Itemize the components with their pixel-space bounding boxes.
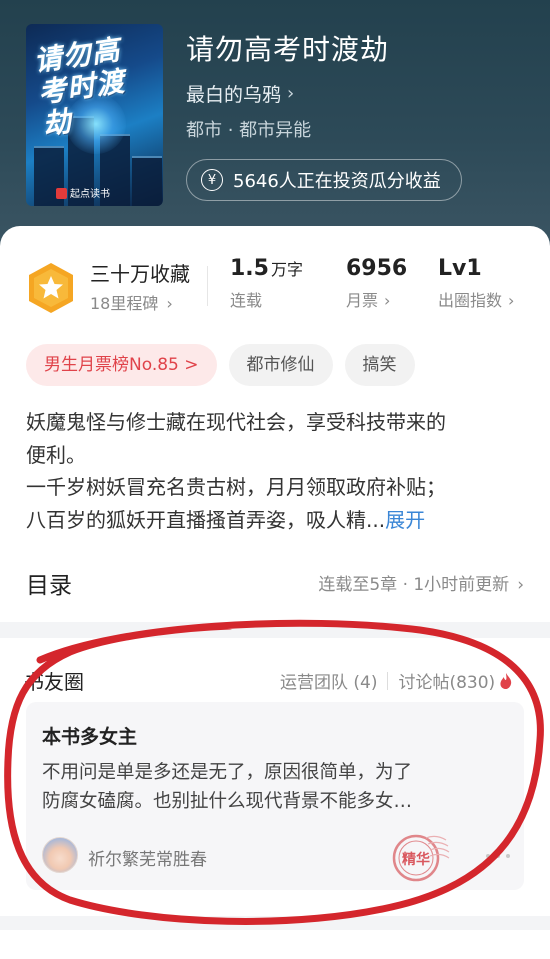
chevron-right-icon: › [508, 291, 515, 310]
tag-list: 男生月票榜No.85 > 都市修仙 搞笑 [26, 344, 415, 386]
breakout-index-stat[interactable]: Lv1 出圈指数 › [438, 256, 514, 311]
serial-status: 连载 [230, 291, 263, 310]
post-line: 防腐女磕腐。也别扯什么现代背景不能多女… [42, 791, 413, 812]
book-info-card: 三十万收藏 18里程碑 › 1.5 万字 连载 6956 月票 › Lv1 出圈指数 ›… [0, 226, 550, 622]
discussion-posts-link[interactable]: 讨论帖(830) [398, 668, 495, 693]
word-count-unit: 万字 [270, 260, 303, 279]
essence-stamp-icon: 精华 [392, 834, 450, 882]
description-line: 便利。 [26, 442, 86, 467]
book-description: 妖魔鬼怪与修士藏在现代社会，享受科技带来的 便利。 一千岁树妖冒充名贵古树，月月… [26, 406, 526, 536]
chevron-right-icon: › [287, 83, 295, 104]
monthly-votes-stat[interactable]: 6956 月票 › [346, 256, 407, 311]
breakout-index-value: Lv1 [438, 256, 482, 281]
post-body: 不用问是单是多还是无了，原因很简单，为了 防腐女磕腐。也别扯什么现代背景不能多女… [42, 758, 512, 816]
avatar[interactable] [42, 837, 78, 873]
expand-link[interactable]: 展开 [385, 508, 425, 532]
author-link[interactable]: 最白的乌鸦 › [186, 80, 294, 107]
tag-rank[interactable]: 男生月票榜No.85 > [26, 344, 217, 386]
word-count-stat: 1.5 万字 连载 [230, 256, 303, 311]
book-title: 请勿高考时渡劫 [186, 33, 390, 66]
invest-button[interactable]: ¥ 5646人正在投资瓜分收益 [186, 159, 462, 201]
book-genre: 都市 · 都市异能 [186, 120, 312, 141]
tag-funny[interactable]: 搞笑 [344, 344, 415, 386]
post-title: 本书多女主 [42, 726, 138, 748]
toc-title[interactable]: 目录 [26, 566, 72, 600]
post-line: 不用问是单是多还是无了，原因很简单，为了 [42, 762, 413, 783]
chevron-right-icon[interactable]: › [523, 671, 530, 691]
word-count-value: 1.5 [230, 256, 269, 281]
chevron-right-icon: › [384, 291, 391, 310]
book-header: 请勿高考时渡劫 起点读书 请勿高考时渡劫 最白的乌鸦 › 都市 · 都市异能 ¥… [0, 0, 550, 250]
invest-label: 5646人正在投资瓜分收益 [233, 171, 441, 192]
description-line: 八百岁的狐妖开直播搔首弄姿，吸人精... [26, 507, 386, 532]
cover-publisher: 起点读书 [70, 189, 110, 200]
next-section [0, 930, 550, 959]
book-friends-section: 书友圈 运营团队 (4) 讨论帖(830) › 本书多女主 不用问是单是多还是无… [0, 638, 550, 916]
star-hexagon-badge-icon [29, 263, 73, 313]
divider [207, 266, 208, 306]
monthly-votes-label: 月票 [346, 291, 379, 310]
yen-coin-icon: ¥ [201, 169, 223, 191]
post-username[interactable]: 祈尔繁芜常胜春 [88, 845, 207, 870]
more-dots-icon[interactable] [486, 854, 510, 858]
publisher-logo-icon [56, 188, 67, 199]
ops-team-link[interactable]: 运营团队 (4) [280, 668, 377, 693]
toc-update-info[interactable]: 连载至5章 · 1小时前更新 › [318, 570, 524, 595]
milestone-label: 18里程碑 [90, 294, 159, 313]
friends-title[interactable]: 书友圈 [24, 666, 84, 695]
cover-building [132, 156, 162, 206]
description-line: 妖魔鬼怪与修士藏在现代社会，享受科技带来的 [26, 410, 446, 434]
author-name: 最白的乌鸦 [186, 84, 282, 106]
chevron-right-icon: › [517, 575, 524, 595]
toc-update-text: 连载至5章 · 1小时前更新 [318, 575, 510, 595]
fire-icon [500, 672, 512, 689]
book-cover[interactable]: 请勿高考时渡劫 起点读书 [26, 24, 163, 206]
breakout-index-label: 出圈指数 [438, 291, 503, 310]
stamp-label: 精华 [402, 851, 430, 868]
featured-post-card[interactable]: 本书多女主 不用问是单是多还是无了，原因很简单，为了 防腐女磕腐。也别扯什么现代… [26, 702, 524, 890]
monthly-votes-value: 6956 [346, 256, 408, 281]
favorites-milestone-title[interactable]: 三十万收藏 [90, 258, 190, 287]
friends-meta: 运营团队 (4) 讨论帖(830) › [280, 668, 530, 694]
favorites-milestone-sub[interactable]: 18里程碑 › [90, 290, 173, 314]
tag-urban-cultivation[interactable]: 都市修仙 [228, 344, 333, 386]
description-line: 一千岁树妖冒充名贵古树，月月领取政府补贴； [26, 475, 446, 499]
cover-title: 请勿高考时渡劫 [31, 33, 127, 142]
chevron-right-icon: › [166, 294, 173, 313]
divider [387, 671, 389, 690]
